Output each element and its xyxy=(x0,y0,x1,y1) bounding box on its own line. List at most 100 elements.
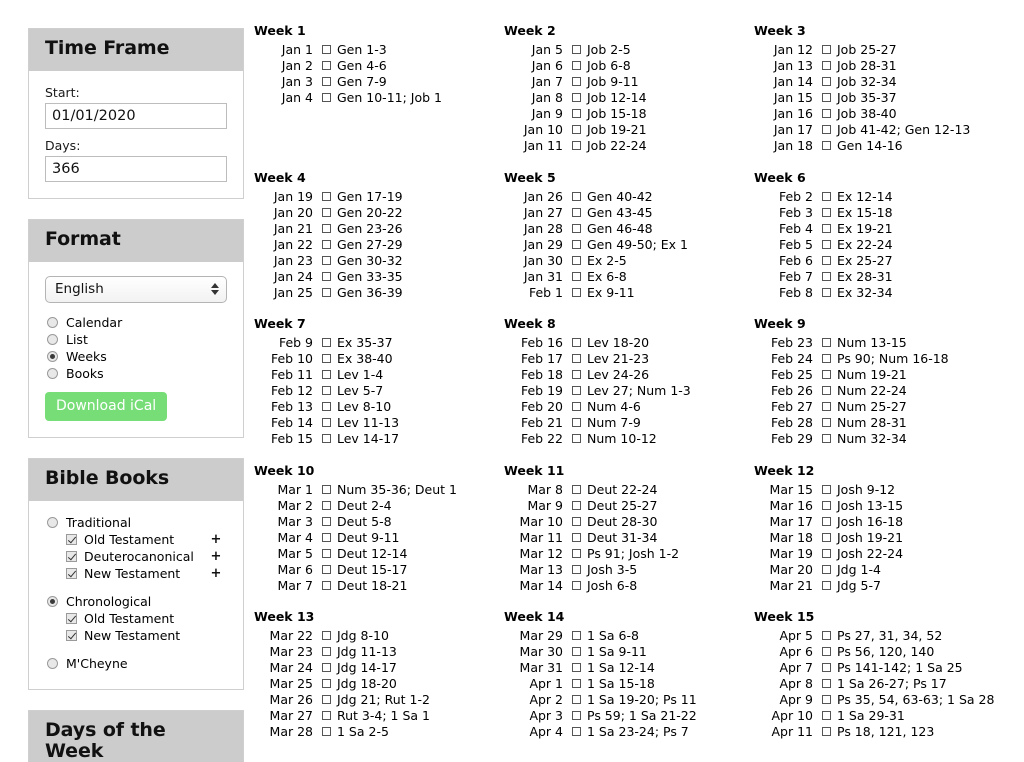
books-option-traditional[interactable]: Traditional xyxy=(45,515,227,531)
format-option-weeks[interactable]: Weeks xyxy=(45,349,227,365)
checkbox-unchecked-icon[interactable] xyxy=(572,548,581,558)
checkbox-unchecked-icon[interactable] xyxy=(322,695,331,704)
books-option-chronological[interactable]: Chronological xyxy=(45,594,227,610)
checkbox-unchecked-icon[interactable] xyxy=(572,93,581,102)
checkbox-unchecked-icon[interactable] xyxy=(572,679,581,688)
checkbox-unchecked-icon[interactable] xyxy=(322,370,331,379)
checkbox-unchecked-icon[interactable] xyxy=(322,711,331,720)
checkbox-unchecked-icon[interactable] xyxy=(572,141,581,150)
download-ical-button[interactable]: Download iCal xyxy=(45,391,168,421)
checkbox-unchecked-icon[interactable] xyxy=(822,223,831,233)
checkbox-unchecked-icon[interactable] xyxy=(322,386,331,395)
checkbox-unchecked-icon[interactable] xyxy=(322,631,331,640)
checkbox-unchecked-icon[interactable] xyxy=(822,125,831,134)
checkbox-unchecked-icon[interactable] xyxy=(322,580,331,590)
checkbox-unchecked-icon[interactable] xyxy=(322,402,331,411)
checkbox-unchecked-icon[interactable] xyxy=(822,207,831,217)
checkbox-unchecked-icon[interactable] xyxy=(322,727,331,736)
checkbox-unchecked-icon[interactable] xyxy=(572,402,581,411)
checkbox-unchecked-icon[interactable] xyxy=(822,418,831,427)
checkbox-unchecked-icon[interactable] xyxy=(822,77,831,86)
checkbox-unchecked-icon[interactable] xyxy=(572,516,581,526)
checkbox-unchecked-icon[interactable] xyxy=(572,271,581,281)
checkbox-unchecked-icon[interactable] xyxy=(322,532,331,542)
checkbox-unchecked-icon[interactable] xyxy=(572,532,581,542)
checkbox-unchecked-icon[interactable] xyxy=(822,402,831,411)
checkbox-unchecked-icon[interactable] xyxy=(822,45,831,54)
checkbox-unchecked-icon[interactable] xyxy=(822,141,831,150)
checkbox-unchecked-icon[interactable] xyxy=(572,370,581,379)
checkbox-unchecked-icon[interactable] xyxy=(822,109,831,118)
checkbox-unchecked-icon[interactable] xyxy=(322,663,331,672)
checkbox-unchecked-icon[interactable] xyxy=(572,564,581,574)
checkbox-unchecked-icon[interactable] xyxy=(822,532,831,542)
checkbox-unchecked-icon[interactable] xyxy=(822,631,831,640)
checkbox-unchecked-icon[interactable] xyxy=(322,647,331,656)
checkbox-unchecked-icon[interactable] xyxy=(322,207,331,217)
checkbox-unchecked-icon[interactable] xyxy=(822,255,831,265)
checkbox-unchecked-icon[interactable] xyxy=(822,548,831,558)
checkbox-unchecked-icon[interactable] xyxy=(322,93,331,102)
checkbox-unchecked-icon[interactable] xyxy=(572,631,581,640)
checkbox-unchecked-icon[interactable] xyxy=(822,727,831,736)
checkbox-unchecked-icon[interactable] xyxy=(822,191,831,201)
checkbox-unchecked-icon[interactable] xyxy=(322,679,331,688)
checkbox-unchecked-icon[interactable] xyxy=(572,386,581,395)
checkbox-unchecked-icon[interactable] xyxy=(822,580,831,590)
books-sub-new-testament-chronological[interactable]: New Testament xyxy=(45,628,227,644)
checkbox-unchecked-icon[interactable] xyxy=(572,354,581,363)
checkbox-unchecked-icon[interactable] xyxy=(572,418,581,427)
checkbox-unchecked-icon[interactable] xyxy=(572,695,581,704)
checkbox-unchecked-icon[interactable] xyxy=(322,77,331,86)
checkbox-unchecked-icon[interactable] xyxy=(822,695,831,704)
checkbox-unchecked-icon[interactable] xyxy=(822,61,831,70)
checkbox-unchecked-icon[interactable] xyxy=(572,223,581,233)
checkbox-unchecked-icon[interactable] xyxy=(822,564,831,574)
books-option-mcheyne[interactable]: M'Cheyne xyxy=(45,656,227,672)
checkbox-unchecked-icon[interactable] xyxy=(822,679,831,688)
checkbox-unchecked-icon[interactable] xyxy=(572,207,581,217)
checkbox-unchecked-icon[interactable] xyxy=(572,434,581,443)
checkbox-unchecked-icon[interactable] xyxy=(822,93,831,102)
checkbox-unchecked-icon[interactable] xyxy=(322,500,331,510)
checkbox-unchecked-icon[interactable] xyxy=(822,271,831,281)
checkbox-unchecked-icon[interactable] xyxy=(572,711,581,720)
checkbox-unchecked-icon[interactable] xyxy=(572,255,581,265)
checkbox-unchecked-icon[interactable] xyxy=(822,338,831,347)
checkbox-unchecked-icon[interactable] xyxy=(822,711,831,720)
checkbox-unchecked-icon[interactable] xyxy=(572,125,581,134)
checkbox-unchecked-icon[interactable] xyxy=(322,271,331,281)
books-sub-old-testament-chronological[interactable]: Old Testament xyxy=(45,611,227,627)
checkbox-unchecked-icon[interactable] xyxy=(822,647,831,656)
checkbox-unchecked-icon[interactable] xyxy=(822,287,831,297)
checkbox-unchecked-icon[interactable] xyxy=(822,386,831,395)
checkbox-unchecked-icon[interactable] xyxy=(322,45,331,54)
checkbox-unchecked-icon[interactable] xyxy=(322,61,331,70)
checkbox-unchecked-icon[interactable] xyxy=(572,663,581,672)
format-option-list[interactable]: List xyxy=(45,332,227,348)
checkbox-unchecked-icon[interactable] xyxy=(572,191,581,201)
expand-plus-icon[interactable]: + xyxy=(205,566,227,582)
books-sub-old-testament-traditional[interactable]: Old Testament + xyxy=(45,532,227,548)
checkbox-unchecked-icon[interactable] xyxy=(822,484,831,494)
checkbox-unchecked-icon[interactable] xyxy=(572,338,581,347)
checkbox-unchecked-icon[interactable] xyxy=(572,109,581,118)
checkbox-unchecked-icon[interactable] xyxy=(822,663,831,672)
checkbox-unchecked-icon[interactable] xyxy=(572,484,581,494)
expand-plus-icon[interactable]: + xyxy=(205,549,227,565)
checkbox-unchecked-icon[interactable] xyxy=(322,191,331,201)
books-sub-new-testament-traditional[interactable]: New Testament + xyxy=(45,566,227,582)
checkbox-unchecked-icon[interactable] xyxy=(322,239,331,249)
checkbox-unchecked-icon[interactable] xyxy=(572,239,581,249)
checkbox-unchecked-icon[interactable] xyxy=(572,580,581,590)
checkbox-unchecked-icon[interactable] xyxy=(822,354,831,363)
checkbox-unchecked-icon[interactable] xyxy=(322,255,331,265)
checkbox-unchecked-icon[interactable] xyxy=(572,61,581,70)
checkbox-unchecked-icon[interactable] xyxy=(572,77,581,86)
checkbox-unchecked-icon[interactable] xyxy=(322,223,331,233)
format-option-books[interactable]: Books xyxy=(45,366,227,382)
checkbox-unchecked-icon[interactable] xyxy=(572,45,581,54)
format-option-calendar[interactable]: Calendar xyxy=(45,315,227,331)
checkbox-unchecked-icon[interactable] xyxy=(572,500,581,510)
checkbox-unchecked-icon[interactable] xyxy=(572,647,581,656)
